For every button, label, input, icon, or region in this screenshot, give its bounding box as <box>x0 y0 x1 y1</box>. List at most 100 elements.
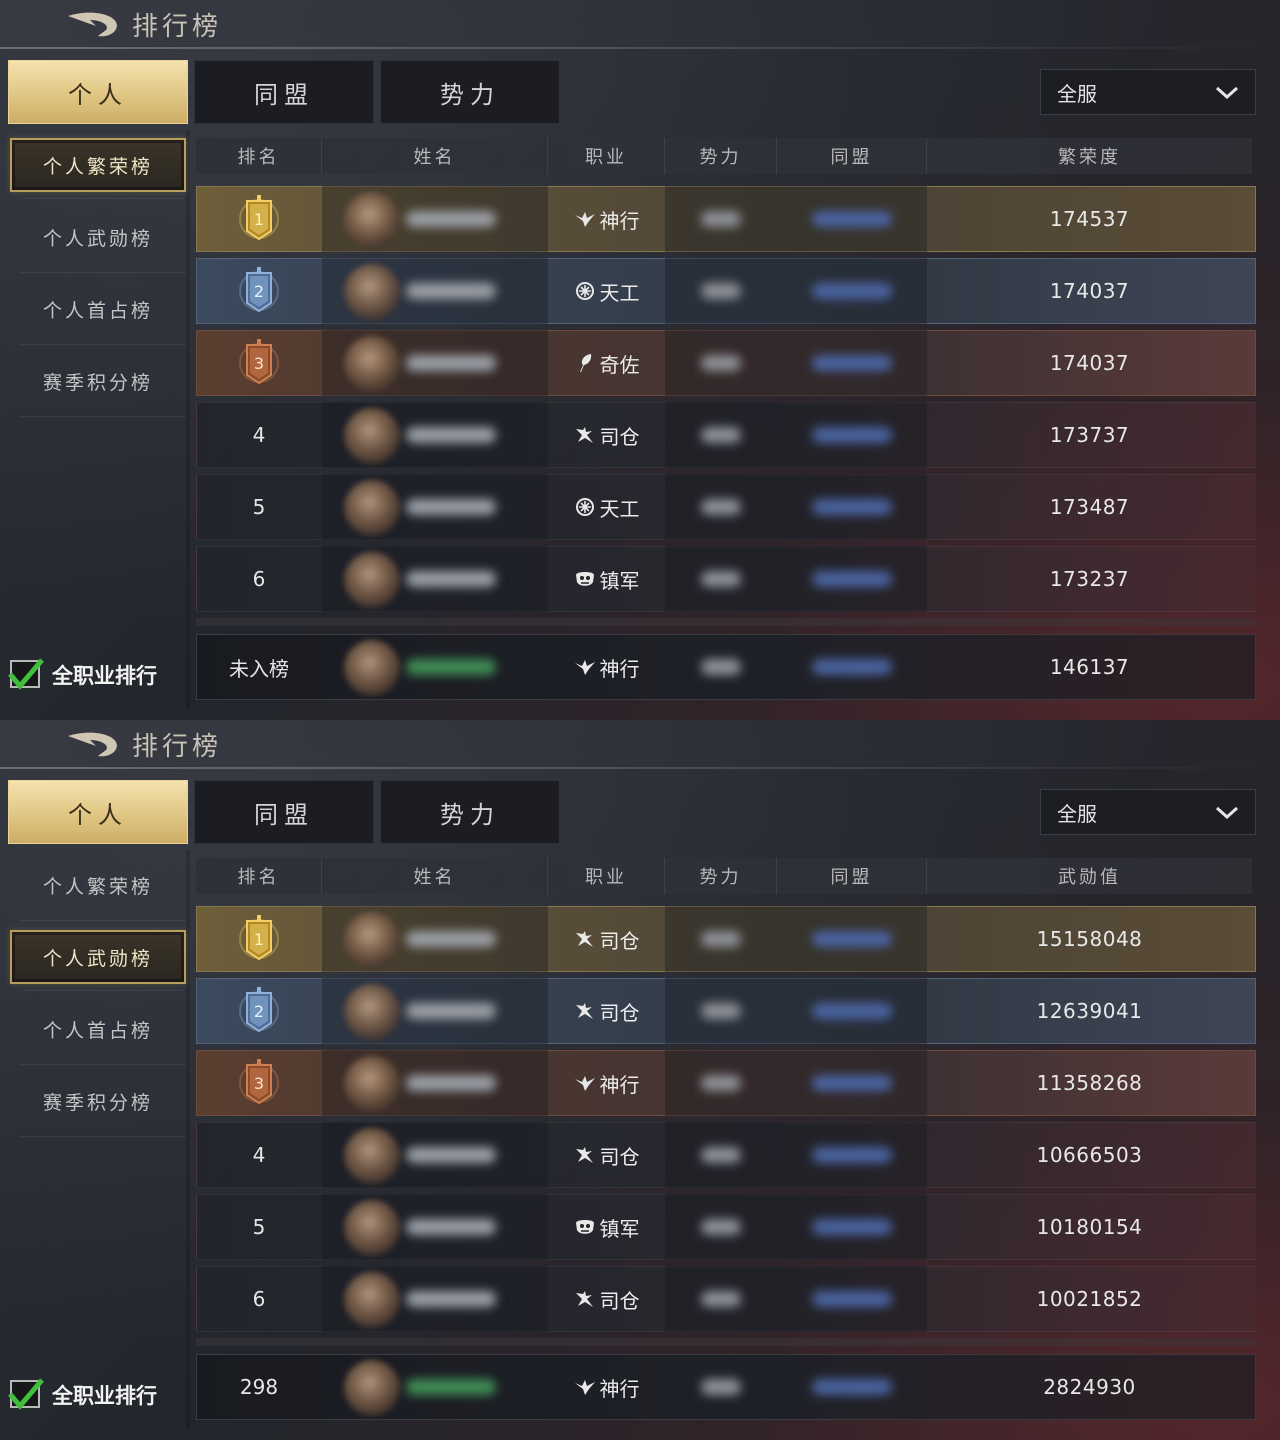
table-row[interactable]: 6 司仓 10021852 <box>196 1266 1256 1332</box>
player-avatar[interactable] <box>344 1056 400 1112</box>
dragon-icon <box>574 425 596 445</box>
score-value: 173737 <box>1049 423 1130 447</box>
player-name-blurred <box>406 1147 496 1163</box>
self-score-value: 146137 <box>1049 655 1130 679</box>
col-power-header: 势力 <box>665 858 777 894</box>
player-name-blurred <box>406 1219 496 1235</box>
score-value: 174037 <box>1049 351 1130 375</box>
checkmark-icon <box>8 658 44 690</box>
table-row[interactable]: 3 神行 11358268 <box>196 1050 1256 1116</box>
tab-personal[interactable]: 个人 <box>8 780 188 844</box>
player-avatar[interactable] <box>344 336 400 392</box>
player-avatar[interactable] <box>344 912 400 968</box>
class-cell: 天工 <box>548 474 665 540</box>
rank-cell: 4 <box>196 1122 322 1188</box>
player-avatar[interactable] <box>344 552 400 608</box>
score-value: 11358268 <box>1036 1071 1143 1095</box>
self-rank-row[interactable]: 298 神行 2824930 <box>196 1354 1256 1420</box>
all-class-checkbox-label: 全职业排行 <box>52 664 157 688</box>
bird-icon <box>574 1377 596 1397</box>
score-cell: 12639041 <box>927 978 1252 1044</box>
power-cell <box>665 1194 777 1260</box>
alliance-cell <box>777 906 927 972</box>
player-name-blurred <box>406 499 496 515</box>
back-arrow-icon[interactable] <box>66 10 120 40</box>
player-avatar[interactable] <box>344 1128 400 1184</box>
all-class-checkbox-label: 全职业排行 <box>52 1384 157 1408</box>
table-row[interactable]: 1 司仓 15158048 <box>196 906 1256 972</box>
server-dropdown-value: 全服 <box>1057 801 1097 826</box>
side-item-season-points[interactable]: 赛季积分榜 <box>10 354 186 417</box>
alliance-cell <box>777 474 927 540</box>
player-avatar[interactable] <box>344 640 400 696</box>
feather-icon <box>574 353 596 373</box>
next-row-peek <box>196 618 1256 626</box>
rank-gold-badge-icon: 1 <box>239 915 279 961</box>
class-label: 司仓 <box>599 424 640 449</box>
table-row[interactable]: 4 司仓 10666503 <box>196 1122 1256 1188</box>
table-row[interactable]: 6 镇军 173237 <box>196 546 1256 612</box>
alliance-cell <box>777 978 927 1044</box>
class-cell: 司仓 <box>548 1122 665 1188</box>
dragon-icon <box>574 929 596 949</box>
server-dropdown[interactable]: 全服 <box>1040 789 1256 835</box>
chevron-down-icon <box>1215 806 1239 820</box>
player-avatar[interactable] <box>344 264 400 320</box>
alliance-blurred <box>812 1379 892 1395</box>
side-item-merit[interactable]: 个人武勋榜 <box>10 210 186 273</box>
leaderboard-panel: 排行榜 个人 同盟 势力 全服 个人繁荣榜 个人武勋榜 个人首占榜 赛季积分榜 全职业排行… <box>0 0 1280 720</box>
side-item-merit[interactable]: 个人武勋榜 <box>10 930 186 991</box>
player-avatar[interactable] <box>344 408 400 464</box>
table-row[interactable]: 5 镇军 10180154 <box>196 1194 1256 1260</box>
side-item-prosperity[interactable]: 个人繁荣榜 <box>10 858 186 921</box>
score-value: 174537 <box>1049 207 1130 231</box>
alliance-cell <box>777 330 927 396</box>
self-name-blurred <box>406 1379 496 1395</box>
server-dropdown[interactable]: 全服 <box>1040 69 1256 115</box>
power-blurred <box>701 1003 741 1019</box>
score-cell: 173487 <box>927 474 1252 540</box>
table-row[interactable]: 4 司仓 173737 <box>196 402 1256 468</box>
tab-alliance[interactable]: 同盟 <box>194 780 374 844</box>
alliance-cell <box>777 1194 927 1260</box>
table-row[interactable]: 1 神行 174537 <box>196 186 1256 252</box>
table-row[interactable]: 5 天工 173487 <box>196 474 1256 540</box>
side-item-prosperity[interactable]: 个人繁荣榜 <box>10 138 186 199</box>
tab-faction[interactable]: 势力 <box>380 60 560 124</box>
alliance-cell <box>777 546 927 612</box>
score-cell: 174537 <box>927 186 1252 252</box>
rank-cell: 6 <box>196 1266 322 1332</box>
tab-personal[interactable]: 个人 <box>8 60 188 124</box>
side-item-season-points[interactable]: 赛季积分榜 <box>10 1074 186 1137</box>
power-cell <box>665 186 777 252</box>
power-blurred <box>701 571 741 587</box>
gear-emblem-icon <box>574 281 596 301</box>
rank-cell: 5 <box>196 474 322 540</box>
power-blurred <box>701 931 741 947</box>
table-row[interactable]: 3 奇佐 174037 <box>196 330 1256 396</box>
table-row[interactable]: 2 司仓 12639041 <box>196 978 1256 1044</box>
class-label: 司仓 <box>599 1288 640 1313</box>
svg-text:3: 3 <box>254 354 264 373</box>
player-avatar[interactable] <box>344 192 400 248</box>
svg-text:3: 3 <box>254 1074 264 1093</box>
tab-faction[interactable]: 势力 <box>380 780 560 844</box>
power-cell <box>665 258 777 324</box>
bird-icon <box>574 1073 596 1093</box>
col-name-header: 姓名 <box>322 858 548 894</box>
player-avatar[interactable] <box>344 1360 400 1416</box>
player-avatar[interactable] <box>344 480 400 536</box>
score-cell: 10666503 <box>927 1122 1252 1188</box>
side-item-first-capture[interactable]: 个人首占榜 <box>10 282 186 345</box>
self-rank-row[interactable]: 未入榜 神行 146137 <box>196 634 1256 700</box>
player-avatar[interactable] <box>344 1272 400 1328</box>
tab-alliance[interactable]: 同盟 <box>194 60 374 124</box>
rank-cell: 3 <box>196 1050 322 1116</box>
back-arrow-icon[interactable] <box>66 730 120 760</box>
player-avatar[interactable] <box>344 1200 400 1256</box>
class-cell: 神行 <box>548 1354 665 1420</box>
player-avatar[interactable] <box>344 984 400 1040</box>
alliance-blurred <box>812 571 892 587</box>
table-row[interactable]: 2 天工 174037 <box>196 258 1256 324</box>
side-item-first-capture[interactable]: 个人首占榜 <box>10 1002 186 1065</box>
